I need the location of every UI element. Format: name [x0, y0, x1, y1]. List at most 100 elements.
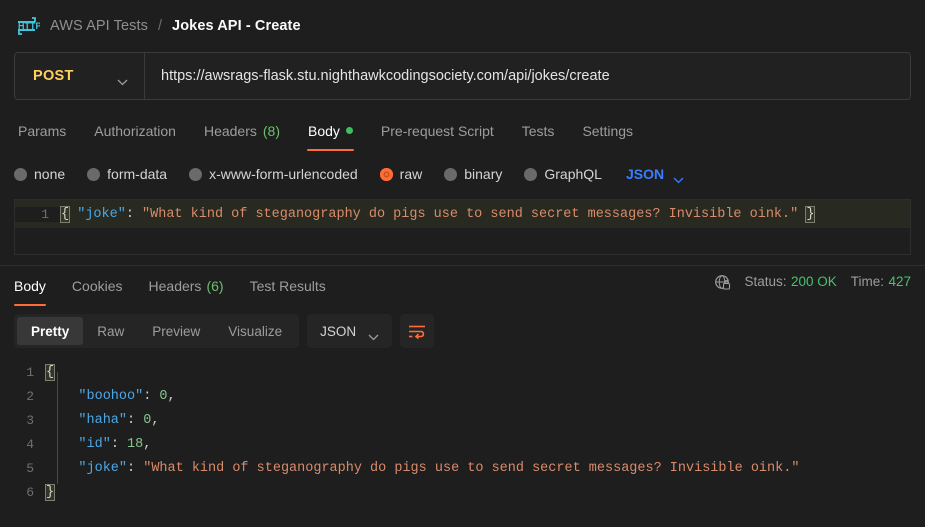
tab-label: Params [18, 122, 67, 139]
radio-icon [87, 167, 101, 181]
tab-headers-count: (8) [262, 122, 280, 139]
body-type-none[interactable]: none [14, 166, 87, 182]
method-selector[interactable]: POST [15, 53, 145, 99]
response-tab-test-results[interactable]: Test Results [237, 266, 339, 306]
response-headers-count: (6) [206, 278, 224, 294]
radio-label: binary [464, 166, 503, 182]
body-type-x-www-form-urlencoded[interactable]: x-www-form-urlencoded [189, 166, 380, 182]
line-number: 4 [26, 436, 34, 452]
segment-raw[interactable]: Raw [83, 317, 138, 345]
json-colon: : [125, 206, 143, 222]
json-punctuation: , [143, 436, 152, 452]
tab-label: Headers [148, 278, 202, 294]
tab-pre-request-script[interactable]: Pre-request Script [367, 110, 508, 151]
json-punctuation: : [110, 436, 128, 452]
json-key: "haha" [78, 412, 128, 428]
url-row: POST [0, 52, 925, 100]
code-line: 1{ [0, 360, 925, 384]
status-value: 200 OK [790, 274, 837, 289]
response-view-toolbar: Pretty Raw Preview Visualize JSON [0, 306, 925, 356]
body-type-raw[interactable]: raw [379, 166, 445, 182]
radio-label: raw [399, 166, 423, 182]
svg-text:HTTP: HTTP [18, 21, 40, 31]
tab-label: Body [308, 122, 340, 139]
tab-authorization[interactable]: Authorization [80, 110, 190, 151]
tab-label: Cookies [71, 278, 123, 294]
response-format-selector[interactable]: JSON [307, 314, 393, 348]
url-bar: POST [14, 52, 911, 100]
line-number: 1 [26, 364, 34, 380]
time-badge: Time: 427 [851, 273, 911, 291]
tab-headers[interactable]: Headers (8) [190, 110, 294, 151]
tab-label: Headers [203, 122, 257, 139]
response-view-segments: Pretty Raw Preview Visualize [14, 314, 300, 348]
close-brace: } [805, 205, 816, 223]
code-line: 6} [0, 480, 925, 501]
json-string-value: "What kind of steganography do pigs use … [143, 460, 800, 476]
segment-label: Preview [152, 323, 201, 339]
radio-icon [14, 167, 27, 181]
word-wrap-button[interactable] [400, 314, 435, 348]
body-type-form-data[interactable]: form-data [87, 166, 189, 182]
response-code-lines: 1{2 "boohoo": 0,3 "haha": 0,4 "id": 18, 5… [0, 360, 925, 501]
fold-rail [57, 372, 58, 484]
code-line: 5 "joke": "What kind of steganography do… [0, 456, 925, 480]
response-tab-body[interactable]: Body [14, 266, 59, 306]
word-wrap-icon [408, 324, 426, 339]
line-number: 6 [26, 484, 34, 500]
body-type-graphql[interactable]: GraphQL [524, 166, 624, 182]
json-key: "joke" [78, 460, 128, 476]
response-body-viewer[interactable]: 1{2 "boohoo": 0,3 "haha": 0,4 "id": 18, 5… [0, 356, 925, 501]
code-line: 3 "haha": 0, [0, 408, 925, 432]
segment-visualize[interactable]: Visualize [214, 317, 296, 345]
code-line: 1 { "joke" : "What kind of steganography… [15, 200, 910, 228]
code-line: 4 "id": 18, [0, 432, 925, 456]
body-type-binary[interactable]: binary [444, 166, 524, 182]
response-tabs: Body Cookies Headers (6) Test Results [14, 266, 339, 306]
tab-body[interactable]: Body [294, 110, 367, 151]
request-body-editor[interactable]: 1 { "joke" : "What kind of steganography… [14, 199, 911, 255]
json-key: "boohoo" [78, 388, 144, 404]
code-line: 2 "boohoo": 0, [0, 384, 925, 408]
json-key: "joke" [77, 206, 126, 222]
time-label: Time: [850, 274, 885, 289]
time-value: 427 [888, 274, 911, 289]
radio-label: form-data [107, 166, 168, 182]
tab-settings[interactable]: Settings [568, 110, 647, 151]
url-input[interactable] [145, 53, 910, 99]
body-format-selector[interactable]: JSON [624, 166, 684, 183]
response-tab-cookies[interactable]: Cookies [59, 266, 136, 306]
response-status-group: Status: 200 OK Time: 427 [714, 266, 911, 306]
body-modified-dot-icon [345, 127, 353, 134]
response-tab-headers[interactable]: Headers (6) [136, 266, 237, 306]
tab-label: Pre-request Script [380, 122, 494, 139]
http-protocol-icon: HTTP [14, 15, 42, 37]
breadcrumb-request-name[interactable]: Jokes API - Create [172, 18, 301, 34]
breadcrumb-collection[interactable]: AWS API Tests [50, 18, 148, 34]
radio-selected-icon [379, 167, 393, 181]
request-tabs: Params Authorization Headers (8) Body Pr… [0, 110, 925, 151]
radio-label: none [34, 166, 66, 182]
breadcrumb-separator: / [158, 18, 163, 34]
chevron-down-icon [368, 328, 379, 340]
radio-icon [189, 167, 203, 181]
chevron-down-icon [117, 73, 128, 85]
brace: } [44, 483, 56, 501]
segment-label: Pretty [31, 323, 70, 339]
segment-preview[interactable]: Preview [138, 317, 214, 345]
line-number: 3 [26, 412, 34, 428]
tab-tests[interactable]: Tests [508, 110, 569, 151]
segment-pretty[interactable]: Pretty [17, 317, 84, 345]
radio-label: x-www-form-urlencoded [209, 166, 358, 182]
globe-lock-icon[interactable] [714, 274, 731, 291]
tab-label: Body [14, 278, 46, 294]
json-number-value: 0 [159, 388, 168, 404]
tab-label: Settings [582, 122, 634, 139]
body-type-options: none form-data x-www-form-urlencoded raw… [0, 155, 925, 193]
line-number: 2 [26, 388, 34, 404]
tab-params[interactable]: Params [14, 110, 80, 151]
